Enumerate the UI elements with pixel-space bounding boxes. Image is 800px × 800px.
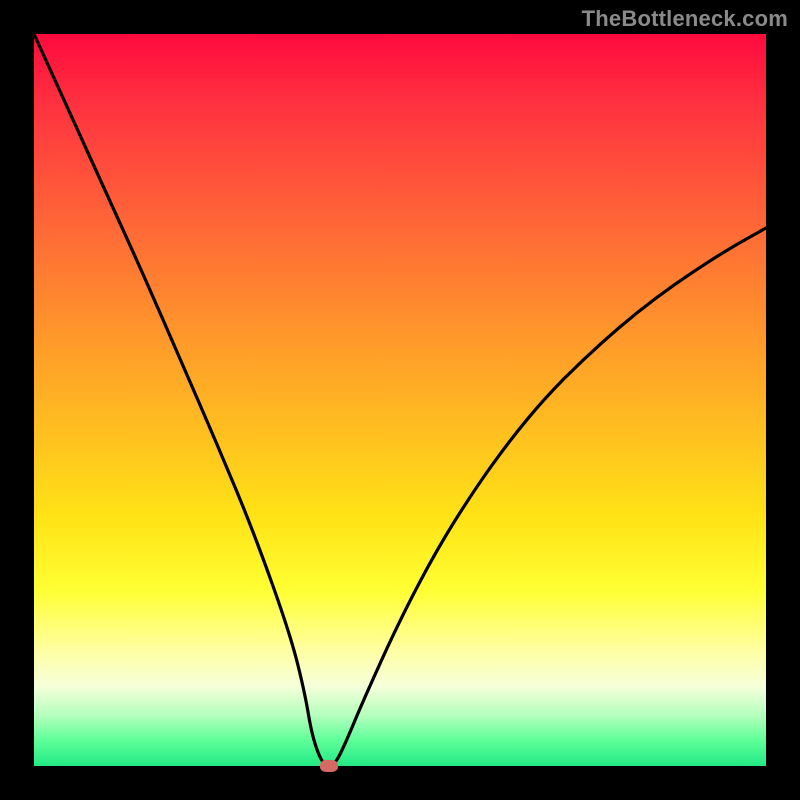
chart-frame: TheBottleneck.com	[0, 0, 800, 800]
min-marker	[320, 760, 338, 772]
watermark-text: TheBottleneck.com	[582, 6, 788, 32]
plot-area	[34, 34, 766, 766]
curve-path	[34, 34, 766, 766]
bottleneck-curve	[34, 34, 766, 766]
